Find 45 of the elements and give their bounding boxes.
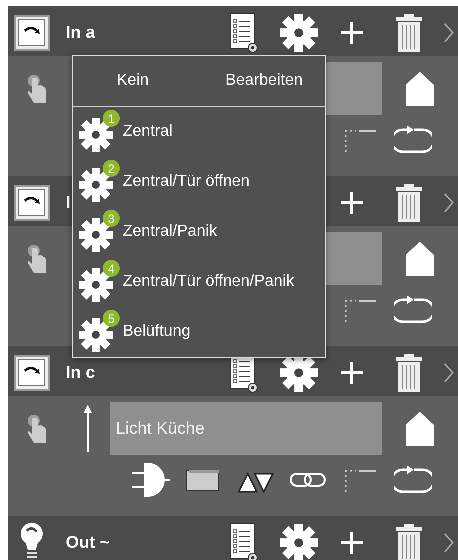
- touch-hand-icon[interactable]: [25, 414, 49, 444]
- light-bulb-icon[interactable]: [20, 522, 44, 560]
- house-icon[interactable]: [405, 410, 435, 446]
- trash-icon[interactable]: [396, 524, 422, 560]
- chevron-right-icon[interactable]: [444, 363, 454, 383]
- settings-icon[interactable]: [280, 524, 318, 560]
- none-button[interactable]: Kein: [73, 56, 170, 106]
- block-title: In a: [66, 23, 96, 43]
- house-icon[interactable]: [405, 240, 435, 276]
- house-icon[interactable]: [405, 70, 435, 106]
- and-gate-icon[interactable]: [132, 462, 170, 498]
- plus-icon[interactable]: [340, 361, 364, 385]
- number-badge: 5: [103, 310, 120, 327]
- number-badge: 3: [103, 210, 120, 227]
- block-title: I: [66, 193, 72, 213]
- number-badge: 4: [103, 260, 120, 277]
- plus-icon[interactable]: [340, 21, 364, 45]
- loop-arrow-icon[interactable]: [394, 126, 432, 154]
- number-badge: 2: [103, 160, 120, 177]
- up-arrow-icon[interactable]: [83, 404, 93, 454]
- touch-hand-icon[interactable]: [25, 244, 49, 274]
- menu-item[interactable]: Zentral: [123, 123, 173, 141]
- chevron-right-icon[interactable]: [444, 23, 454, 43]
- plus-icon[interactable]: [340, 191, 364, 215]
- touch-hand-icon[interactable]: [25, 74, 49, 104]
- settings-icon[interactable]: [280, 14, 318, 52]
- trash-icon[interactable]: [396, 184, 422, 222]
- loop-arrow-icon[interactable]: [394, 466, 432, 494]
- trash-icon[interactable]: [396, 14, 422, 52]
- checklist-icon[interactable]: [229, 13, 259, 53]
- number-badge: 1: [103, 110, 120, 127]
- chevron-right-icon[interactable]: [444, 193, 454, 213]
- edit-button[interactable]: Bearbeiten: [204, 56, 325, 106]
- menu-item[interactable]: Zentral/Tür öffnen: [123, 173, 250, 191]
- menu-item[interactable]: Zentral/Panik: [123, 223, 218, 241]
- chevron-right-icon[interactable]: [444, 533, 454, 553]
- checklist-icon[interactable]: [229, 523, 259, 560]
- menu-item[interactable]: Belüftung: [123, 323, 191, 341]
- trash-icon[interactable]: [396, 354, 422, 392]
- plus-icon[interactable]: [340, 531, 364, 555]
- chain-link-icon[interactable]: [290, 472, 326, 488]
- loop-arrow-icon[interactable]: [394, 296, 432, 324]
- block-title: Out ~: [66, 533, 111, 553]
- menu-item[interactable]: Zentral/Tür öffnen/Panik: [123, 273, 294, 291]
- block-title: In c: [66, 363, 96, 383]
